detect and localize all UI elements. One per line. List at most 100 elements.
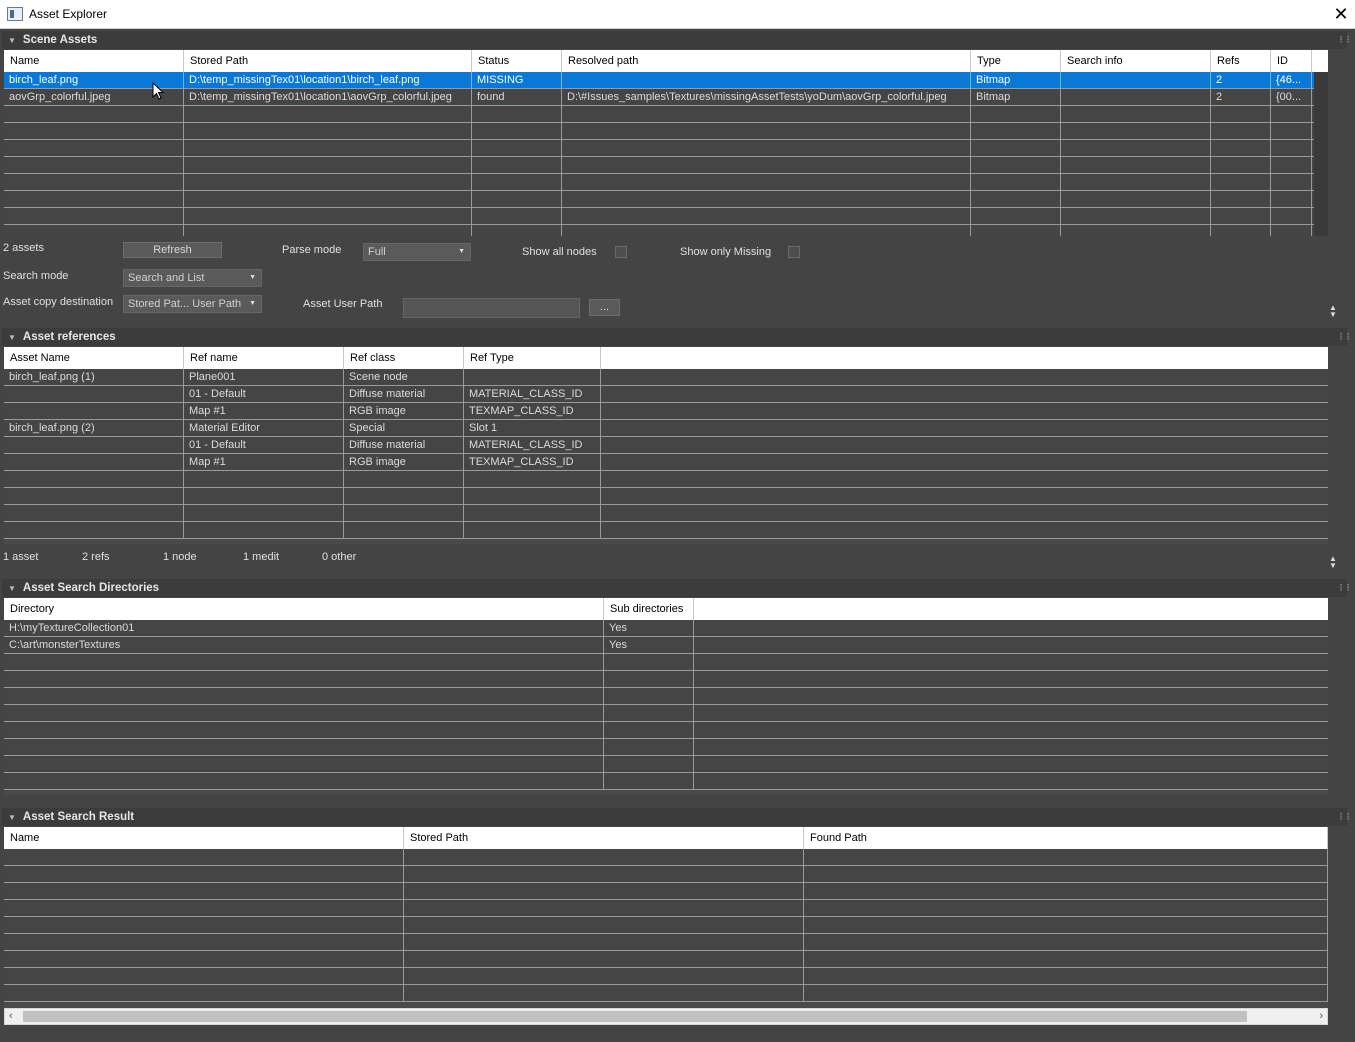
scroll-thumb[interactable] — [23, 1011, 1247, 1022]
column-header[interactable]: Name — [4, 827, 404, 849]
chevron-down-icon: ▼ — [249, 274, 256, 281]
table-row[interactable] — [4, 191, 1328, 208]
search-result-header[interactable]: ▼ Asset Search Result ⋮⋮ — [2, 808, 1352, 826]
table-row[interactable] — [4, 900, 1328, 917]
column-header[interactable]: Stored Path — [184, 50, 472, 72]
search-mode-dropdown[interactable]: Search and List ▼ — [123, 269, 262, 287]
close-button[interactable]: ✕ — [1327, 0, 1355, 28]
table-cell — [472, 191, 562, 207]
show-only-missing-checkbox[interactable] — [788, 246, 800, 258]
table-row[interactable] — [4, 208, 1328, 225]
table-row[interactable]: Map #1 RGB image TEXMAP_CLASS_ID — [4, 454, 1328, 471]
table-row[interactable] — [4, 934, 1328, 951]
table-row[interactable] — [4, 722, 1328, 739]
table-cell — [184, 488, 344, 504]
column-header[interactable]: Stored Path — [404, 827, 804, 849]
resize-spinner-icon[interactable]: ▲ ▼ — [1328, 555, 1338, 570]
table-row[interactable] — [4, 985, 1328, 1002]
browse-button[interactable]: ... — [589, 299, 620, 316]
table-row[interactable]: 01 - Default Diffuse material MATERIAL_CLA… — [4, 386, 1328, 403]
table-row[interactable] — [4, 505, 1328, 522]
column-header[interactable]: Search info — [1061, 50, 1211, 72]
scene-assets-header[interactable]: ▼ Scene Assets ⋮⋮ — [2, 31, 1352, 49]
table-row[interactable] — [4, 471, 1328, 488]
table-cell — [404, 968, 804, 984]
table-cell — [472, 208, 562, 224]
table-row[interactable] — [4, 174, 1328, 191]
scroll-left-icon[interactable]: ‹ — [9, 1009, 13, 1024]
column-header[interactable]: Asset Name — [4, 347, 184, 369]
table-row[interactable] — [4, 688, 1328, 705]
table-cell: Bitmap — [971, 72, 1061, 88]
column-header[interactable]: Status — [472, 50, 562, 72]
table-row[interactable] — [4, 773, 1328, 790]
table-cell: Diffuse material — [344, 437, 464, 453]
search-mode-value: Search and List — [128, 272, 205, 284]
table-row[interactable]: aovGrp_colorful.jpeg D:\temp_missingTex01… — [4, 89, 1328, 106]
table-row[interactable]: birch_leaf.png (1) Plane001 Scene node — [4, 369, 1328, 386]
grip-icon: ⋮⋮ — [1337, 35, 1352, 44]
table-row[interactable] — [4, 739, 1328, 756]
column-header[interactable]: Directory — [4, 598, 604, 620]
table-row[interactable] — [4, 488, 1328, 505]
table-cell — [4, 174, 184, 190]
search-directories-header[interactable]: ▼ Asset Search Directories ⋮⋮ — [2, 579, 1352, 597]
asset-references-title: Asset references — [22, 331, 116, 343]
column-header[interactable]: Type — [971, 50, 1061, 72]
table-row[interactable]: H:\myTextureCollection01 Yes — [4, 620, 1328, 637]
table-row[interactable]: birch_leaf.png D:\temp_missingTex01\locat… — [4, 72, 1328, 89]
table-cell — [1271, 140, 1312, 156]
table-row[interactable] — [4, 140, 1328, 157]
table-row[interactable] — [4, 849, 1328, 866]
column-header[interactable]: Name — [4, 50, 184, 72]
table-row[interactable] — [4, 157, 1328, 174]
search-result-table[interactable]: Name Stored Path Found Path — [4, 827, 1328, 1008]
scene-assets-scrollbar[interactable] — [1314, 72, 1328, 236]
table-row[interactable] — [4, 866, 1328, 883]
table-row[interactable]: C:\art\monsterTextures Yes — [4, 637, 1328, 654]
show-all-nodes-checkbox[interactable] — [615, 246, 627, 258]
column-header[interactable]: Refs — [1211, 50, 1271, 72]
table-row[interactable] — [4, 225, 1328, 236]
table-cell — [184, 140, 472, 156]
column-header[interactable]: Resolved path — [562, 50, 971, 72]
table-cell: TEXMAP_CLASS_ID — [464, 454, 601, 470]
asset-references-header[interactable]: ▼ Asset references ⋮⋮ — [2, 328, 1352, 346]
table-row[interactable] — [4, 883, 1328, 900]
table-row[interactable] — [4, 123, 1328, 140]
table-row[interactable] — [4, 522, 1328, 539]
table-row[interactable] — [4, 951, 1328, 968]
parse-mode-dropdown[interactable]: Full ▼ — [363, 243, 471, 261]
refresh-button[interactable]: Refresh — [123, 242, 222, 258]
column-header[interactable]: Ref name — [184, 347, 344, 369]
table-row[interactable] — [4, 654, 1328, 671]
column-header[interactable]: Ref class — [344, 347, 464, 369]
copy-destination-dropdown[interactable]: Stored Pat... User Path ▼ — [123, 295, 262, 313]
table-row[interactable] — [4, 917, 1328, 934]
asset-references-table[interactable]: Asset Name Ref name Ref class Ref Type birc… — [4, 347, 1328, 544]
table-cell: MATERIAL_CLASS_ID — [464, 437, 601, 453]
table-row[interactable]: Map #1 RGB image TEXMAP_CLASS_ID — [4, 403, 1328, 420]
table-row[interactable] — [4, 968, 1328, 985]
table-cell: C:\art\monsterTextures — [4, 637, 604, 653]
table-cell — [1271, 174, 1312, 190]
asset-user-path-input[interactable] — [403, 298, 580, 318]
scene-assets-header-row: Name Stored Path Status Resolved path Type Se… — [4, 50, 1328, 72]
scroll-right-icon[interactable]: › — [1319, 1009, 1323, 1024]
table-cell — [1211, 225, 1271, 236]
column-header[interactable]: ID — [1271, 50, 1312, 72]
search-directories-table[interactable]: Directory Sub directories H:\myTextureCol… — [4, 598, 1328, 795]
scene-assets-table[interactable]: Name Stored Path Status Resolved path Type Se… — [4, 50, 1328, 236]
horizontal-scrollbar[interactable]: ‹ › — [4, 1008, 1328, 1025]
table-row[interactable] — [4, 671, 1328, 688]
table-row[interactable]: 01 - Default Diffuse material MATERIAL_CLA… — [4, 437, 1328, 454]
column-header[interactable]: Found Path — [804, 827, 1328, 849]
column-header[interactable]: Sub directories — [604, 598, 694, 620]
column-header[interactable]: Ref Type — [464, 347, 601, 369]
table-row[interactable] — [4, 705, 1328, 722]
table-row[interactable]: birch_leaf.png (2) Material Editor Special… — [4, 420, 1328, 437]
show-only-missing-label: Show only Missing — [680, 246, 772, 258]
table-row[interactable] — [4, 756, 1328, 773]
resize-spinner-icon[interactable]: ▲ ▼ — [1328, 304, 1338, 319]
table-row[interactable] — [4, 106, 1328, 123]
